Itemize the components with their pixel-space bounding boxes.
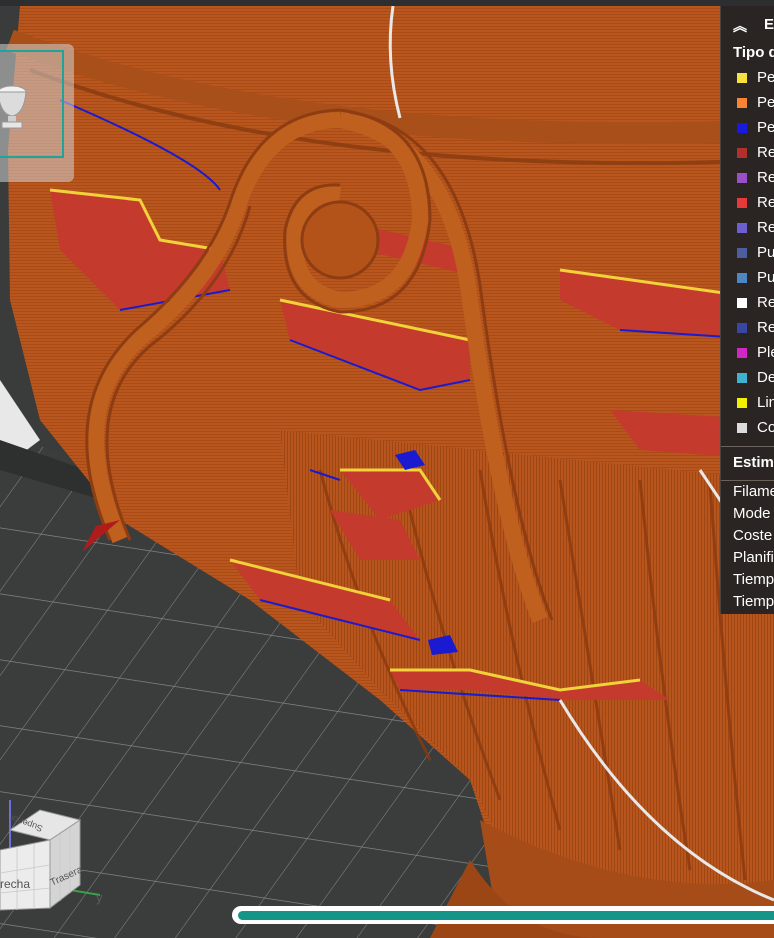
- legend-swatch: [737, 148, 747, 158]
- legend-item-label: Re: [757, 219, 774, 236]
- legend-swatch: [737, 298, 747, 308]
- legend-item: Pe: [721, 118, 774, 143]
- 3d-viewport[interactable]: ︽ E Tipo d Pe Pe Pe Re Re Re Re Pu Pu Re Re Ple De Li…: [0, 0, 774, 938]
- legend-item-label: Co: [757, 419, 774, 436]
- legend-item: Pe: [721, 68, 774, 93]
- legend-item-label: Re: [757, 194, 774, 211]
- legend-swatch: [737, 423, 747, 433]
- viewcube-left-label: recha: [0, 877, 30, 891]
- legend-item-label: Re: [757, 319, 774, 336]
- legend-swatch: [737, 398, 747, 408]
- legend-item: Pu: [721, 243, 774, 268]
- legend-header-label: E: [764, 16, 774, 33]
- top-toolbar-strip: [0, 0, 774, 6]
- legend-item-label: De: [757, 369, 774, 386]
- legend-swatch: [737, 273, 747, 283]
- estimation-row: Mode: [721, 503, 774, 525]
- estimation-row-label: Tiemp: [733, 593, 774, 610]
- legend-swatch: [737, 123, 747, 133]
- legend-item-label: Ple: [757, 344, 774, 361]
- legend-item-label: Lin: [757, 394, 774, 411]
- legend-item: Re: [721, 218, 774, 243]
- legend-item: Pu: [721, 268, 774, 293]
- legend-swatch: [737, 248, 747, 258]
- legend-item: Re: [721, 168, 774, 193]
- estimation-row-label: Filame: [733, 483, 774, 500]
- legend-item-label: Pu: [757, 269, 774, 286]
- legend-item-label: Pe: [757, 119, 774, 136]
- legend-item-label: Pu: [757, 244, 774, 261]
- legend-divider: [721, 446, 774, 447]
- estimation-row: Tiemp: [721, 569, 774, 591]
- legend-item-label: Re: [757, 294, 774, 311]
- legend-item: Re: [721, 293, 774, 318]
- legend-swatch: [737, 198, 747, 208]
- legend-swatch: [737, 98, 747, 108]
- legend-item: Co: [721, 418, 774, 443]
- legend-item-label: Re: [757, 169, 774, 186]
- legend-swatch: [737, 223, 747, 233]
- legend-item: Re: [721, 143, 774, 168]
- estimation-row: Filame: [721, 481, 774, 503]
- legend-item: Pe: [721, 93, 774, 118]
- legend-header[interactable]: ︽ E: [721, 12, 774, 42]
- legend-swatch: [737, 348, 747, 358]
- urn-thumbnail-icon: [0, 85, 27, 129]
- legend-list: Pe Pe Pe Re Re Re Re Pu Pu Re Re Ple De Lin Co: [721, 68, 774, 443]
- legend-item: Ple: [721, 343, 774, 368]
- estimation-list: Filame Mode Coste Planifi Tiemp Tiemp: [721, 480, 774, 613]
- slice-preview-scene[interactable]: [0, 0, 774, 938]
- legend-item: Lin: [721, 393, 774, 418]
- layer-slider-fill[interactable]: [238, 911, 774, 920]
- legend-item-label: Pe: [757, 69, 774, 86]
- estimation-row-label: Mode: [733, 505, 771, 522]
- legend-swatch: [737, 173, 747, 183]
- estimation-row: Planifi: [721, 547, 774, 569]
- estimation-row-label: Tiemp: [733, 571, 774, 588]
- viewcube-axis-y-label: y: [96, 890, 103, 905]
- estimation-row: Tiemp: [721, 591, 774, 613]
- estimation-row-label: Planifi: [733, 549, 774, 566]
- legend-item-label: Pe: [757, 94, 774, 111]
- legend-swatch: [737, 323, 747, 333]
- legend-item-label: Re: [757, 144, 774, 161]
- legend-section-title: Tipo d: [733, 44, 774, 61]
- legend-swatch: [737, 73, 747, 83]
- legend-item: De: [721, 368, 774, 393]
- estimation-title: Estim: [733, 454, 774, 471]
- view-cube[interactable]: Superior Trasera recha y: [0, 790, 110, 930]
- legend-swatch: [737, 373, 747, 383]
- chevron-up-double-icon[interactable]: ︽: [733, 16, 747, 36]
- legend-panel: ︽ E Tipo d Pe Pe Pe Re Re Re Re Pu Pu Re Re Ple De Li…: [720, 6, 774, 614]
- estimation-row: Coste: [721, 525, 774, 547]
- estimation-row-label: Coste: [733, 527, 773, 544]
- legend-item: Re: [721, 193, 774, 218]
- legend-item: Re: [721, 318, 774, 343]
